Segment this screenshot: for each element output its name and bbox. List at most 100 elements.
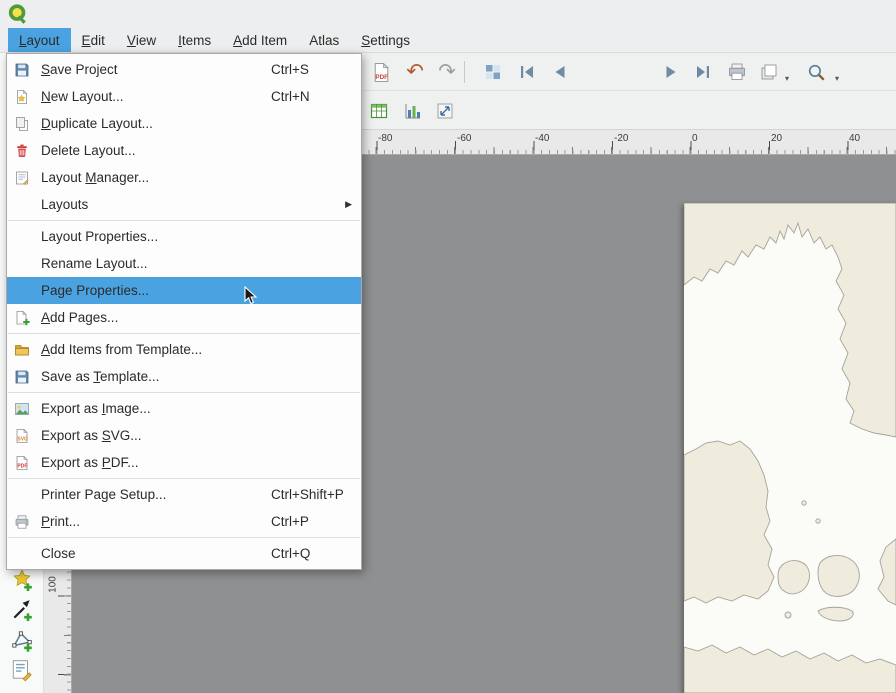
menu-layout[interactable]: Layout [8,28,71,52]
menu-item-rename-layout[interactable]: Rename Layout... [7,250,361,277]
export-svg-icon: SVG [14,428,32,444]
menu-item-delete-layout[interactable]: Delete Layout... [7,137,361,164]
menu-separator [8,478,360,479]
chart-button[interactable] [400,98,426,124]
menu-add-item[interactable]: Add Item [222,28,298,52]
previous-feature-icon [550,62,570,82]
menu-item-new-layout[interactable]: New Layout... Ctrl+N [7,83,361,110]
export-layout-button[interactable]: ▾ [756,59,782,85]
no-icon [14,197,32,213]
ruler-label: -80 [378,133,392,144]
dropdown-caret-icon: ▾ [785,74,789,83]
ruler-label: -20 [614,133,628,144]
atlas-preview-icon [483,62,503,82]
menu-view[interactable]: View [116,28,167,52]
menu-item-export-as-image[interactable]: Export as Image... [7,395,361,422]
map-islet [802,501,806,505]
menu-item-layout-manager[interactable]: Layout Manager... [7,164,361,191]
ruler-label: -40 [535,133,549,144]
add-marker-button[interactable] [9,567,35,593]
menu-item-print[interactable]: Print... Ctrl+P [7,508,361,535]
menu-atlas[interactable]: Atlas [298,28,350,52]
submenu-arrow-icon: ▶ [345,199,352,210]
map-islet [816,519,820,523]
layout-manager-icon [14,170,32,186]
print-layout-icon [727,62,747,82]
menu-item-save-project[interactable]: Save Project Ctrl+S [7,56,361,83]
map-item[interactable] [684,203,896,693]
menu-edit[interactable]: Edit [71,28,116,52]
menu-item-layout-properties[interactable]: Layout Properties... [7,223,361,250]
export-image-icon [14,401,32,417]
undo-button[interactable]: ↶ [402,59,428,85]
menubar: Layout Edit View Items Add Item Atlas Se… [0,28,896,53]
svg-text:PDF: PDF [17,463,27,469]
ruler-label: 0 [692,133,698,144]
first-feature-button[interactable] [514,59,540,85]
toolbar-separator [464,61,465,83]
last-feature-button[interactable] [690,59,716,85]
menu-item-duplicate-layout[interactable]: Duplicate Layout... [7,110,361,137]
export-pdf-icon: PDF [14,455,32,471]
dropdown-caret-icon: ▾ [835,74,839,83]
ruler-label: 100 [48,573,59,597]
add-node-item-button[interactable] [9,627,35,653]
no-icon [14,546,32,562]
atlas-preview-button[interactable] [480,59,506,85]
no-icon [14,256,32,272]
no-icon [14,229,32,245]
menu-separator [8,333,360,334]
menu-item-layouts[interactable]: Layouts ▶ [7,191,361,218]
print-button[interactable] [724,59,750,85]
menu-item-export-as-pdf[interactable]: PDF Export as PDF... [7,449,361,476]
menu-item-export-as-svg[interactable]: SVG Export as SVG... [7,422,361,449]
zoom-button[interactable]: ▾ [800,59,832,85]
menu-item-page-properties[interactable]: Page Properties... [7,277,361,304]
menu-item-printer-page-setup[interactable]: Printer Page Setup... Ctrl+Shift+P [7,481,361,508]
menu-item-save-as-template[interactable]: Save as Template... [7,363,361,390]
ruler-label: 20 [771,133,782,144]
menu-separator [8,537,360,538]
titlebar [0,0,896,28]
add-html-button[interactable] [9,657,35,683]
export-pdf-button[interactable]: PDF [368,59,394,85]
add-pages-icon [14,310,32,326]
menu-settings[interactable]: Settings [350,28,421,52]
menu-item-add-pages[interactable]: Add Pages... [7,304,361,331]
folder-icon [14,342,32,358]
zoom-icon [806,62,827,83]
map-island-zealand [818,556,859,597]
qgis-logo-icon [7,3,29,25]
undo-icon: ↶ [406,59,424,85]
layout-menu-dropdown: Save Project Ctrl+S New Layout... Ctrl+N… [6,53,362,570]
map-island-funen [778,561,810,594]
mouse-cursor [244,286,260,306]
menu-item-close[interactable]: Close Ctrl+Q [7,540,361,567]
menu-items[interactable]: Items [167,28,222,52]
menu-item-add-items-from-template[interactable]: Add Items from Template... [7,336,361,363]
redo-icon: ↷ [438,59,456,85]
first-feature-icon [517,62,537,82]
attribute-table-icon [369,101,389,121]
attribute-table-button[interactable] [366,98,392,124]
svg-text:PDF: PDF [375,73,388,80]
add-arrow-button[interactable] [9,597,35,623]
print-icon [14,514,32,530]
chart-icon [403,101,423,121]
previous-feature-button[interactable] [547,59,573,85]
redo-button[interactable]: ↷ [434,59,460,85]
add-node-item-icon [10,628,34,652]
next-feature-button[interactable] [658,59,684,85]
map-islet [785,612,791,618]
delete-layout-icon [14,143,32,159]
resize-button[interactable] [432,98,458,124]
export-layout-icon [759,62,779,82]
ruler-label: -60 [457,133,471,144]
next-feature-icon [661,62,681,82]
layout-page[interactable] [684,203,896,693]
save-icon [14,62,32,78]
save-template-icon [14,369,32,385]
menu-separator [8,220,360,221]
resize-icon [435,101,455,121]
add-arrow-icon [10,598,34,622]
